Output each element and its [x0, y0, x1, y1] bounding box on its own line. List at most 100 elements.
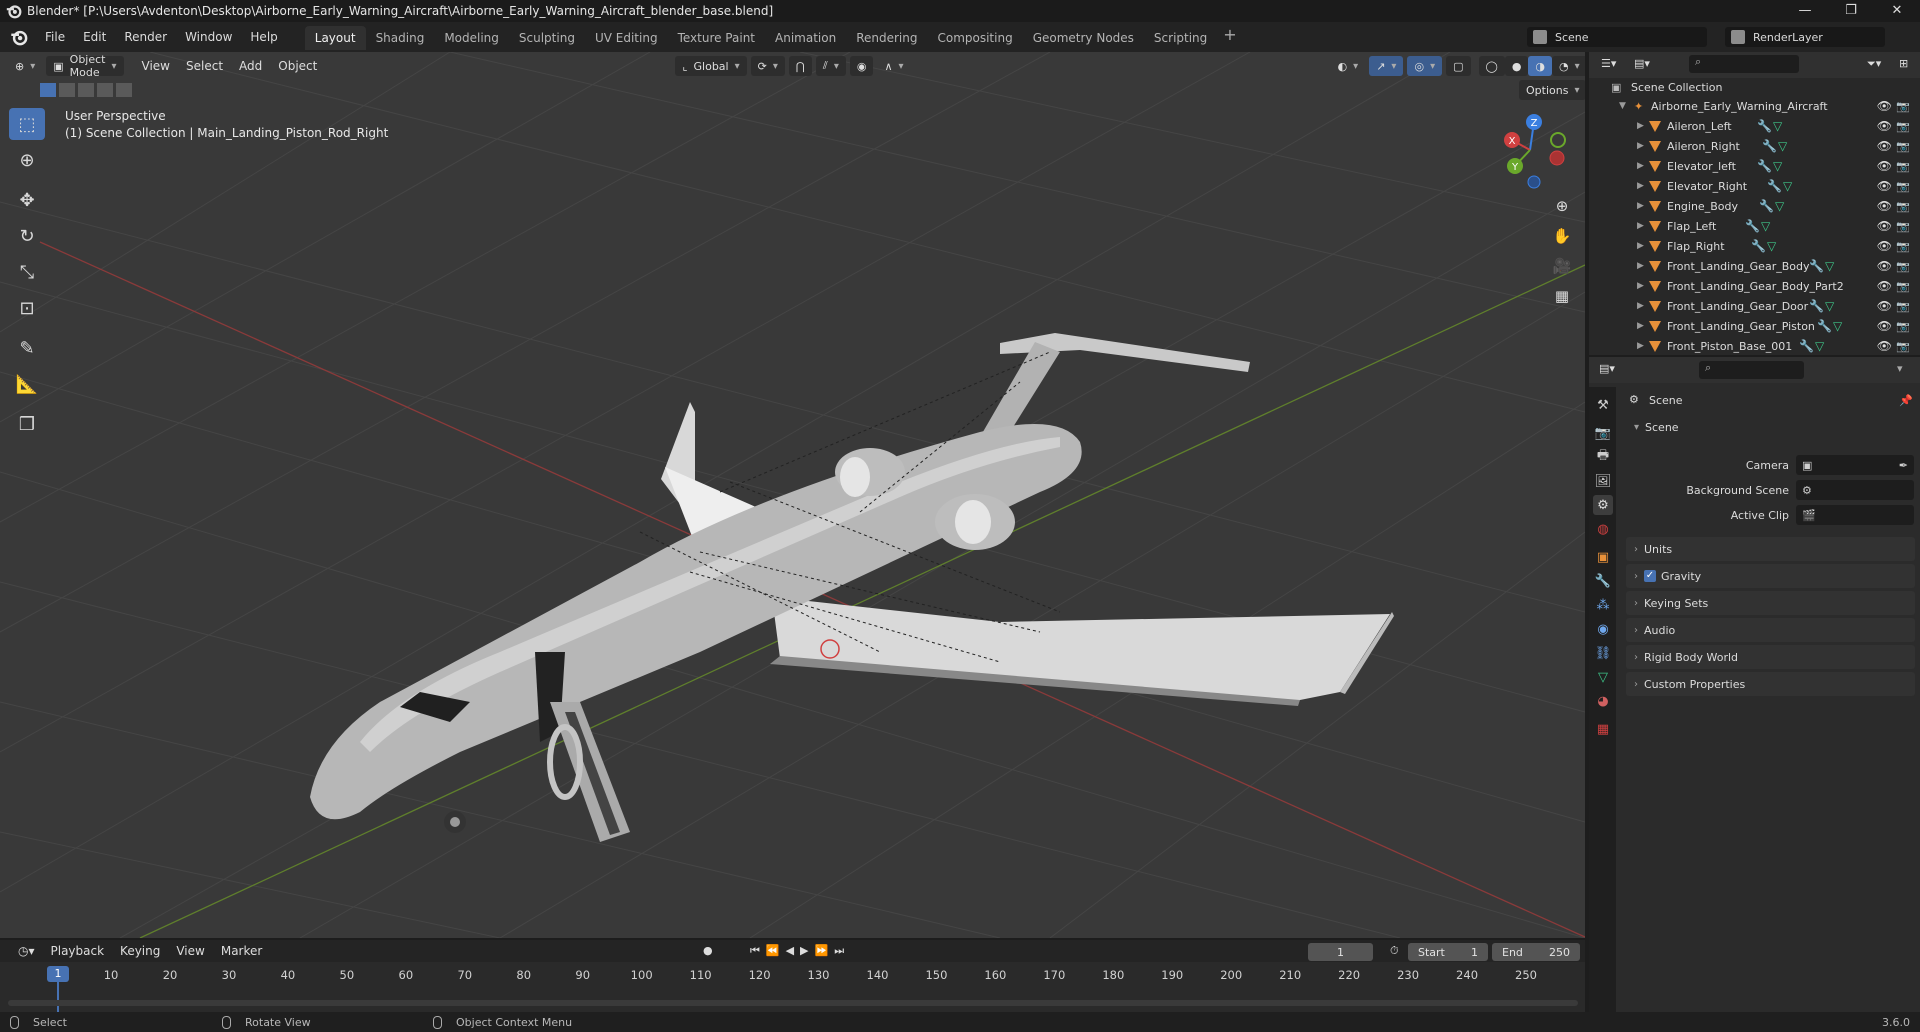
expand-icon[interactable]: ▶: [1637, 141, 1644, 151]
shading-material-button[interactable]: ◑: [1528, 56, 1553, 76]
texture-tab-icon[interactable]: ▦: [1593, 719, 1613, 739]
render-camera-icon[interactable]: 📷: [1896, 260, 1910, 273]
add-workspace-icon[interactable]: +: [1217, 25, 1242, 50]
menu-edit[interactable]: Edit: [74, 30, 115, 44]
visibility-eye-icon[interactable]: 👁: [1877, 99, 1892, 113]
visibility-dropdown[interactable]: ◐: [1331, 56, 1366, 76]
visibility-eye-icon[interactable]: 👁: [1877, 119, 1892, 133]
menu-object[interactable]: Object: [270, 59, 325, 73]
rotate-tool[interactable]: ↻: [9, 220, 45, 252]
visibility-eye-icon[interactable]: 👁: [1877, 199, 1892, 213]
mesh-data-icon[interactable]: ▽: [1761, 219, 1770, 233]
menu-keying[interactable]: Keying: [112, 944, 168, 958]
proportional-edit-toggle[interactable]: ◉: [849, 56, 874, 76]
add-cube-tool[interactable]: ❒: [9, 408, 45, 440]
outliner-item[interactable]: ▶ Aileron_Right 🔧 ▽ 👁 📷: [1589, 136, 1920, 156]
expand-icon[interactable]: ▶: [1637, 161, 1644, 171]
display-mode-icon[interactable]: ▤▾: [1634, 57, 1650, 70]
modifier-tab-icon[interactable]: 🔧: [1593, 571, 1613, 591]
timeline-editor-icon[interactable]: ◷▾: [10, 944, 43, 958]
render-camera-icon[interactable]: 📷: [1896, 120, 1910, 133]
menu-file[interactable]: File: [36, 30, 74, 44]
mesh-data-icon[interactable]: ▽: [1773, 159, 1782, 173]
modifier-wrench-icon[interactable]: 🔧: [1759, 199, 1774, 213]
material-tab-icon[interactable]: ◕: [1593, 691, 1613, 711]
record-icon[interactable]: ●: [703, 944, 713, 957]
eyedropper-icon[interactable]: ✒: [1899, 459, 1908, 472]
outliner-editor-icon[interactable]: ☰▾: [1601, 57, 1616, 70]
mesh-data-icon[interactable]: ▽: [1825, 299, 1834, 313]
scale-tool[interactable]: ⤡: [9, 256, 45, 288]
menu-timeline-view[interactable]: View: [168, 944, 212, 958]
snap-toggle[interactable]: ⋂: [788, 56, 812, 76]
render-camera-icon[interactable]: 📷: [1896, 300, 1910, 313]
overlay-toggle[interactable]: ◎: [1407, 56, 1443, 76]
render-tab-icon[interactable]: 📷: [1593, 423, 1613, 443]
render-camera-icon[interactable]: 📷: [1896, 140, 1910, 153]
mesh-data-icon[interactable]: ▽: [1767, 239, 1776, 253]
collapse-icon[interactable]: ▼: [1619, 101, 1626, 111]
measure-tool[interactable]: 📐: [9, 368, 45, 400]
timeline-scrollbar[interactable]: [8, 1000, 1578, 1006]
menu-marker[interactable]: Marker: [213, 944, 270, 958]
units-panel[interactable]: › Units: [1626, 537, 1915, 561]
mesh-data-icon[interactable]: ▽: [1778, 139, 1787, 153]
pan-hand-icon[interactable]: ✋: [1550, 224, 1574, 248]
camera-view-icon[interactable]: 🎥: [1550, 254, 1574, 278]
xray-toggle[interactable]: ▢: [1446, 56, 1471, 76]
visibility-eye-icon[interactable]: 👁: [1877, 299, 1892, 313]
visibility-eye-icon[interactable]: 👁: [1877, 259, 1892, 273]
gravity-checkbox[interactable]: ✓: [1644, 570, 1656, 582]
mesh-data-icon[interactable]: ▽: [1825, 259, 1834, 273]
current-frame-field[interactable]: 1: [1308, 943, 1373, 961]
render-camera-icon[interactable]: 📷: [1896, 240, 1910, 253]
properties-options-icon[interactable]: ▾: [1897, 362, 1903, 375]
filter-icon[interactable]: ⏷▾: [1867, 57, 1881, 71]
custom-properties-panel[interactable]: › Custom Properties: [1626, 672, 1915, 696]
expand-icon[interactable]: ▶: [1637, 341, 1644, 351]
current-frame-marker[interactable]: 1: [47, 966, 69, 982]
tab-rendering[interactable]: Rendering: [846, 26, 927, 50]
render-camera-icon[interactable]: 📷: [1896, 280, 1910, 293]
menu-window[interactable]: Window: [176, 30, 241, 44]
audio-panel[interactable]: › Audio: [1626, 618, 1915, 642]
outliner-item[interactable]: ▶ Front_Landing_Gear_Door 🔧 ▽ 👁 📷: [1589, 296, 1920, 316]
outliner-item[interactable]: ▶ Flap_Right 🔧 ▽ 👁 📷: [1589, 236, 1920, 256]
render-camera-icon[interactable]: 📷: [1896, 320, 1910, 333]
tab-scripting[interactable]: Scripting: [1144, 26, 1217, 50]
3d-viewport[interactable]: ⊕ ▣ Object Mode View Select Add Object ⌞…: [0, 52, 1585, 938]
expand-icon[interactable]: ▶: [1637, 301, 1644, 311]
start-frame-field[interactable]: Start 1: [1408, 943, 1488, 961]
render-camera-icon[interactable]: 📷: [1896, 340, 1910, 353]
outliner-item[interactable]: ▶ Elevator_left 🔧 ▽ 👁 📷: [1589, 156, 1920, 176]
outliner-item[interactable]: ▶ Flap_Left 🔧 ▽ 👁 📷: [1589, 216, 1920, 236]
modifier-wrench-icon[interactable]: 🔧: [1767, 179, 1782, 193]
mesh-data-icon[interactable]: ▽: [1773, 119, 1782, 133]
select-new-icon[interactable]: [40, 83, 56, 97]
maximize-button[interactable]: ❐: [1828, 0, 1874, 22]
visibility-eye-icon[interactable]: 👁: [1877, 179, 1892, 193]
new-collection-icon[interactable]: ⊞: [1899, 57, 1908, 70]
outliner-scene-collection[interactable]: ▣ Scene Collection: [1589, 77, 1920, 97]
menu-playback[interactable]: Playback: [43, 944, 113, 958]
visibility-eye-icon[interactable]: 👁: [1877, 219, 1892, 233]
editor-type-button[interactable]: ⊕: [8, 56, 42, 76]
select-intersect-icon[interactable]: [116, 83, 132, 97]
expand-icon[interactable]: ▶: [1637, 261, 1644, 271]
close-button[interactable]: ✕: [1874, 0, 1920, 22]
properties-editor-icon[interactable]: ▤▾: [1599, 362, 1615, 375]
menu-help[interactable]: Help: [241, 30, 286, 44]
expand-icon[interactable]: ▶: [1637, 241, 1644, 251]
menu-render[interactable]: Render: [115, 30, 176, 44]
render-camera-icon[interactable]: 📷: [1896, 160, 1910, 173]
modifier-wrench-icon[interactable]: 🔧: [1745, 219, 1760, 233]
scene-tab-icon[interactable]: ⚙: [1593, 495, 1613, 515]
mesh-data-icon[interactable]: ▽: [1815, 339, 1824, 353]
keying-sets-panel[interactable]: › Keying Sets: [1626, 591, 1915, 615]
playhead[interactable]: [57, 982, 59, 1012]
view-layer-tab-icon[interactable]: 🖼: [1593, 471, 1613, 491]
world-tab-icon[interactable]: ◍: [1593, 519, 1613, 539]
shading-rendered-button[interactable]: ◔: [1552, 56, 1585, 76]
outliner-item[interactable]: ▶ Front_Landing_Gear_Body_Part2 👁 📷: [1589, 276, 1920, 296]
modifier-wrench-icon[interactable]: 🔧: [1757, 159, 1772, 173]
